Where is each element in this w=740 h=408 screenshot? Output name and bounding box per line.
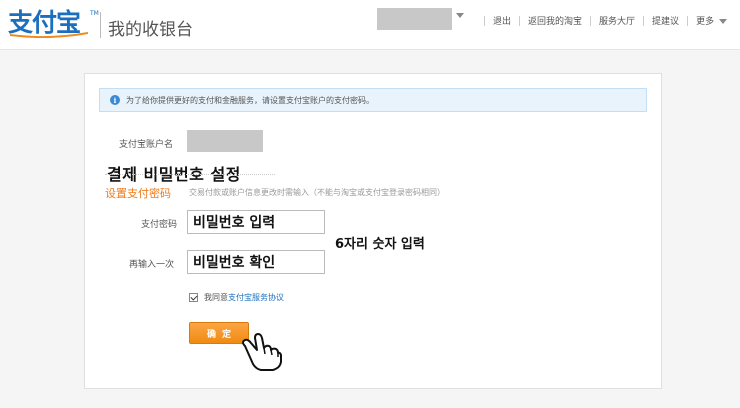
info-notice: i 为了给你提供更好的支付和金融服务，请设置支付宝账户的支付密码。 <box>99 88 647 112</box>
password-input[interactable]: 비밀번호 입력 <box>187 210 325 234</box>
confirm-password-input[interactable]: 비밀번호 확인 <box>187 250 325 274</box>
notice-text: 为了给你提供更好的支付和金融服务，请设置支付宝账户的支付密码。 <box>126 95 374 105</box>
user-dropdown-icon[interactable] <box>456 13 464 18</box>
account-label: 支付宝账户名 <box>119 140 174 150</box>
cashier-panel: i 为了给你提供更好的支付和金融服务，请设置支付宝账户的支付密码。 支付宝账户名… <box>84 73 662 389</box>
nav-separator <box>687 15 689 26</box>
agree-prefix: 我同意 <box>204 293 228 302</box>
nav-feedback[interactable]: 提建议 <box>652 14 679 27</box>
nav-more[interactable]: 更多 <box>696 14 728 27</box>
section-hint: 交易付款或账户信息更改时需输入（不能与淘宝或支付宝登录密码相同） <box>189 188 445 197</box>
page-title: 我的收银台 <box>108 20 193 40</box>
logo-swoosh-icon <box>10 32 88 38</box>
annotation-hint: 6자리 숫자 입력 <box>335 237 425 252</box>
pointing-hand-icon <box>242 333 282 371</box>
confirm-password-input-text: 비밀번호 확인 <box>193 255 276 271</box>
header-divider <box>100 12 101 38</box>
nav-separator <box>484 15 485 26</box>
nav-service-hall[interactable]: 服务大厅 <box>599 14 635 27</box>
nav-logout[interactable]: 退出 <box>493 14 511 27</box>
service-agreement-link[interactable]: 支付宝服务协议 <box>228 292 284 303</box>
top-nav: 退出 返回我的淘宝 服务大厅 提建议 更多 <box>476 14 728 27</box>
header-bar: 支付宝 TM 我的收银台 退出 返回我的淘宝 服务大厅 提建议 更多 <box>0 0 740 50</box>
confirm-password-label: 再输入一次 <box>129 260 175 270</box>
chevron-down-icon <box>719 19 728 24</box>
dotted-divider <box>105 174 275 175</box>
account-name-redacted <box>187 130 263 152</box>
password-input-text: 비밀번호 입력 <box>193 215 276 231</box>
username-redacted[interactable] <box>377 8 452 30</box>
nav-separator <box>590 15 592 26</box>
agreement-row: 我同意 支付宝服务协议 <box>189 292 284 303</box>
nav-more-label: 更多 <box>696 17 715 27</box>
section-title: 设置支付密码 <box>105 187 171 200</box>
nav-separator <box>519 15 521 26</box>
password-label: 支付密码 <box>141 220 178 230</box>
info-icon: i <box>110 95 120 105</box>
nav-back-to-taobao[interactable]: 返回我的淘宝 <box>528 14 582 27</box>
nav-separator <box>643 15 645 26</box>
logo-trademark: TM <box>90 10 99 17</box>
annotation-title: 결제 비밀번호 설정 <box>107 165 241 184</box>
alipay-logo[interactable]: 支付宝 TM <box>8 6 99 40</box>
agree-checkbox[interactable] <box>189 293 198 302</box>
